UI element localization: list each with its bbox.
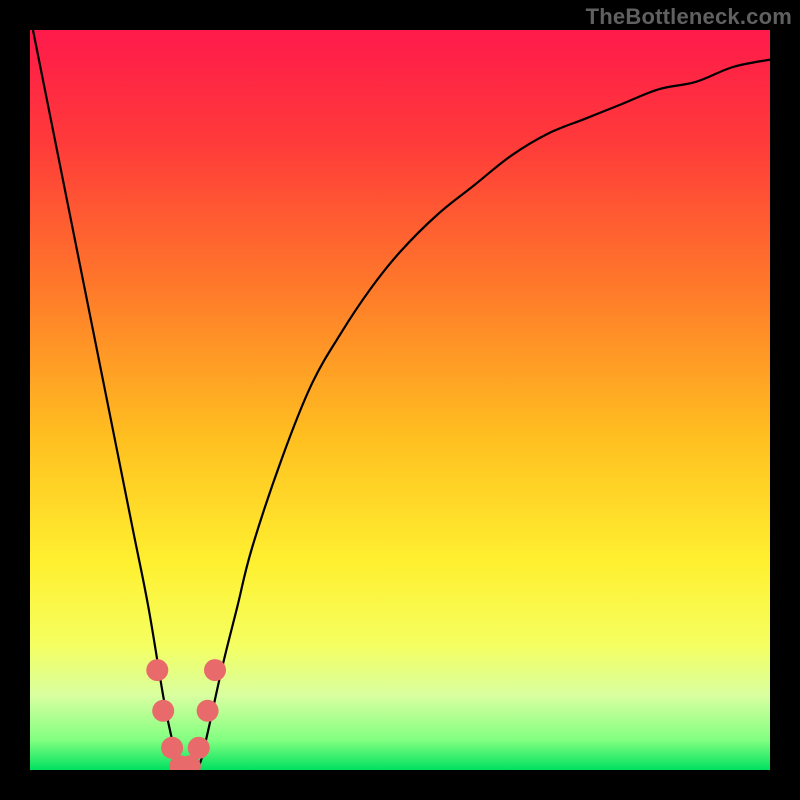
marker-dot <box>204 659 226 681</box>
chart-svg <box>30 30 770 770</box>
marker-dot <box>188 737 210 759</box>
gradient-background <box>30 30 770 770</box>
watermark-text: TheBottleneck.com <box>586 4 792 30</box>
plot-area <box>30 30 770 770</box>
marker-dot <box>146 659 168 681</box>
chart-frame: TheBottleneck.com <box>0 0 800 800</box>
marker-dot <box>152 700 174 722</box>
marker-dot <box>197 700 219 722</box>
